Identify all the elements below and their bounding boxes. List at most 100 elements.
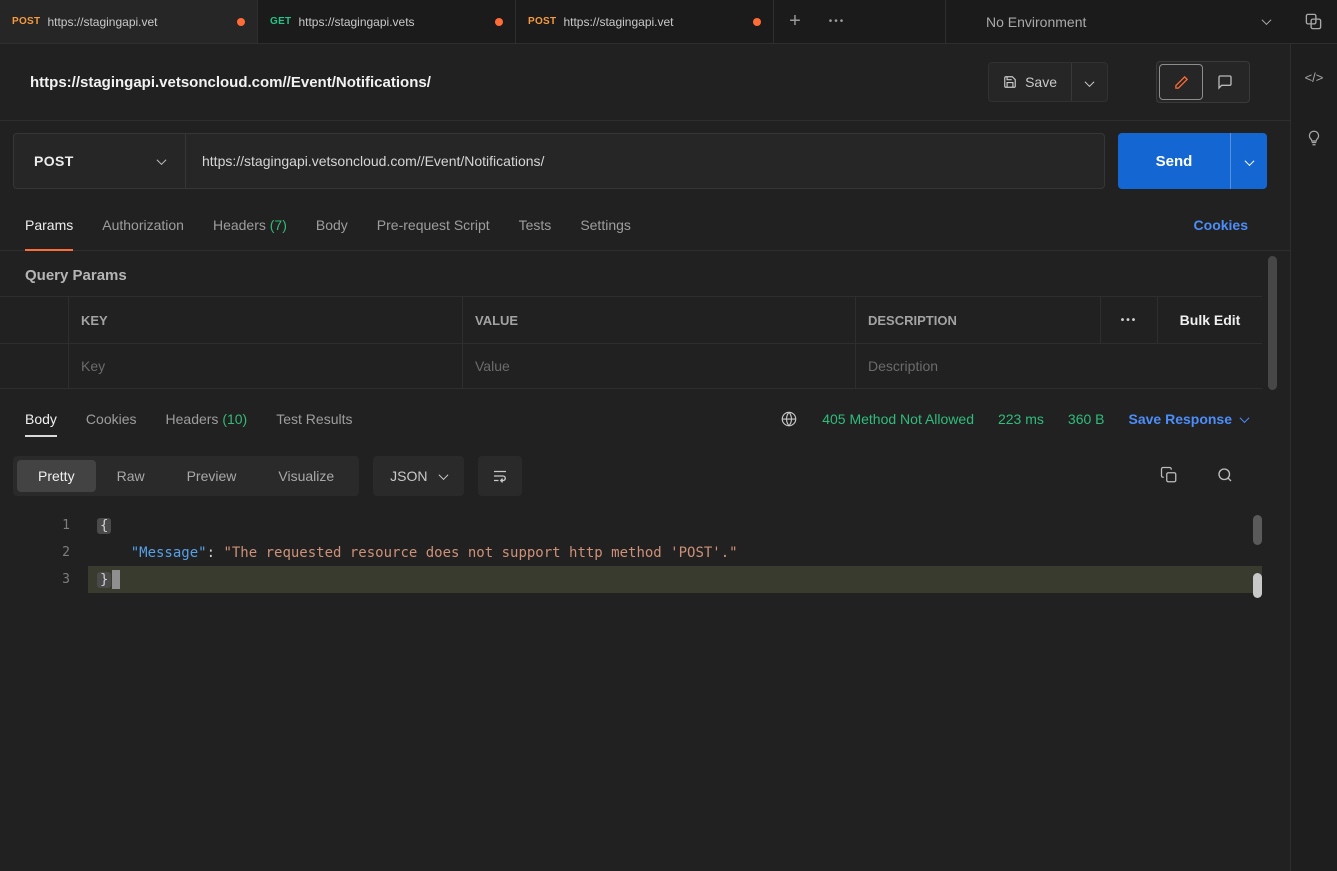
param-key-input[interactable] <box>81 358 462 374</box>
save-group: Save <box>988 62 1108 102</box>
response-actions <box>1160 466 1248 487</box>
more-dots-icon: ••• <box>829 16 846 27</box>
indent <box>97 545 131 561</box>
query-params-title: Query Params <box>25 267 1290 284</box>
save-button[interactable]: Save <box>989 63 1071 101</box>
code-icon: </> <box>1305 70 1324 85</box>
open-brace: { <box>97 518 111 534</box>
status-badge: 405 Method Not Allowed <box>822 411 974 427</box>
line-number: 3 <box>0 572 70 587</box>
params-scrollbar-thumb[interactable] <box>1268 256 1277 390</box>
unsaved-dot-icon <box>753 18 761 26</box>
code-line: 2 "Message": "The requested resource doe… <box>0 539 1290 566</box>
request-tab-3[interactable]: POST https://stagingapi.vet <box>516 0 774 43</box>
tab-label: Body <box>25 411 57 427</box>
save-label: Save <box>1025 74 1057 90</box>
new-tab-button[interactable]: + <box>774 0 816 43</box>
save-response-label: Save Response <box>1129 411 1233 427</box>
cookies-link[interactable]: Cookies <box>1194 217 1248 233</box>
code-line: 1 { <box>0 512 1290 539</box>
tab-tests[interactable]: Tests <box>519 199 552 250</box>
chevron-down-icon <box>1240 413 1250 423</box>
tab-label: Body <box>316 217 348 233</box>
chevron-down-icon <box>1262 15 1272 25</box>
param-description-input[interactable] <box>868 358 1262 374</box>
response-tab-test-results[interactable]: Test Results <box>276 394 352 444</box>
copy-response-button[interactable] <box>1160 466 1178 487</box>
response-scrollbar-thumb[interactable] <box>1253 573 1262 598</box>
environment-quicklook-button[interactable] <box>1290 0 1337 43</box>
tab-title: https://stagingapi.vet <box>47 15 230 29</box>
edit-request-button[interactable] <box>1159 64 1203 100</box>
response-tab-headers[interactable]: Headers (10) <box>166 394 248 444</box>
view-visualize-button[interactable]: Visualize <box>257 460 355 492</box>
headers-count: (10) <box>218 411 247 427</box>
param-value-input[interactable] <box>475 358 855 374</box>
code-snippet-button[interactable]: </> <box>1305 70 1324 85</box>
response-tab-cookies[interactable]: Cookies <box>86 394 137 444</box>
tab-label: Pre-request Script <box>377 217 490 233</box>
key-cell <box>68 344 462 388</box>
tab-title: https://stagingapi.vets <box>298 15 488 29</box>
params-header-row: KEY VALUE DESCRIPTION ••• Bulk Edit <box>0 296 1262 344</box>
tab-settings[interactable]: Settings <box>580 199 631 250</box>
json-string-value: "The requested resource does not support… <box>223 545 737 561</box>
tab-label: Cookies <box>86 411 137 427</box>
headers-count: (7) <box>266 217 287 233</box>
tab-body[interactable]: Body <box>316 199 348 250</box>
chevron-down-icon <box>1244 156 1254 166</box>
tab-headers[interactable]: Headers (7) <box>213 199 287 250</box>
tab-pre-request-script[interactable]: Pre-request Script <box>377 199 490 250</box>
request-header: https://stagingapi.vetsoncloud.com//Even… <box>0 44 1290 121</box>
copy-icon <box>1160 466 1178 484</box>
tab-params[interactable]: Params <box>25 199 73 250</box>
response-scrollbar-thumb[interactable] <box>1253 515 1262 545</box>
response-meta: 405 Method Not Allowed 223 ms 360 B Save… <box>780 410 1248 428</box>
request-tab-2[interactable]: GET https://stagingapi.vets <box>258 0 516 43</box>
wrap-lines-icon <box>491 467 509 485</box>
environment-name: No Environment <box>986 14 1263 30</box>
response-panel: Body Cookies Headers (10) Test Results 4 <box>0 394 1290 871</box>
tab-strip: POST https://stagingapi.vet GET https://… <box>0 0 1337 44</box>
url-input[interactable] <box>186 134 1104 188</box>
send-options-button[interactable] <box>1230 133 1267 189</box>
tab-label: Headers <box>166 411 219 427</box>
close-brace: } <box>97 572 111 588</box>
save-response-button[interactable]: Save Response <box>1129 411 1249 427</box>
tab-authorization[interactable]: Authorization <box>102 199 184 250</box>
search-response-button[interactable] <box>1216 466 1234 487</box>
environment-selector[interactable]: No Environment <box>945 0 1290 43</box>
value-cell <box>462 344 855 388</box>
comment-icon <box>1217 74 1233 90</box>
send-split-button: Send <box>1118 133 1267 189</box>
view-raw-button[interactable]: Raw <box>96 460 166 492</box>
response-size: 360 B <box>1068 411 1105 427</box>
bulk-edit-button[interactable]: Bulk Edit <box>1157 297 1262 343</box>
request-tab-1[interactable]: POST https://stagingapi.vet <box>0 0 258 43</box>
edit-comment-group <box>1156 61 1250 103</box>
request-tabs: Params Authorization Headers (7) Body Pr… <box>0 199 1290 251</box>
tab-options-button[interactable]: ••• <box>816 0 858 43</box>
tab-label: Settings <box>580 217 631 233</box>
hints-button[interactable] <box>1305 129 1323 150</box>
params-more-button[interactable]: ••• <box>1100 297 1157 343</box>
line-number: 1 <box>0 518 70 533</box>
selected-method: POST <box>34 153 158 169</box>
save-options-button[interactable] <box>1071 63 1107 101</box>
comment-button[interactable] <box>1203 64 1247 100</box>
send-button[interactable]: Send <box>1118 133 1230 189</box>
format-select[interactable]: JSON <box>373 456 463 496</box>
response-tabs: Body Cookies Headers (10) Test Results 4 <box>0 394 1290 444</box>
unsaved-dot-icon <box>237 18 245 26</box>
view-preview-button[interactable]: Preview <box>166 460 258 492</box>
response-time: 223 ms <box>998 411 1044 427</box>
wrap-lines-button[interactable] <box>478 456 522 496</box>
response-toolbar: Pretty Raw Preview Visualize JSON <box>13 456 1248 496</box>
right-sidebar-rail: </> <box>1290 44 1337 871</box>
column-key: KEY <box>68 297 462 343</box>
response-tab-body[interactable]: Body <box>25 394 57 444</box>
method-select[interactable]: POST <box>14 134 186 188</box>
main-content: https://stagingapi.vetsoncloud.com//Even… <box>0 44 1290 871</box>
save-icon <box>1003 75 1017 89</box>
view-pretty-button[interactable]: Pretty <box>17 460 96 492</box>
